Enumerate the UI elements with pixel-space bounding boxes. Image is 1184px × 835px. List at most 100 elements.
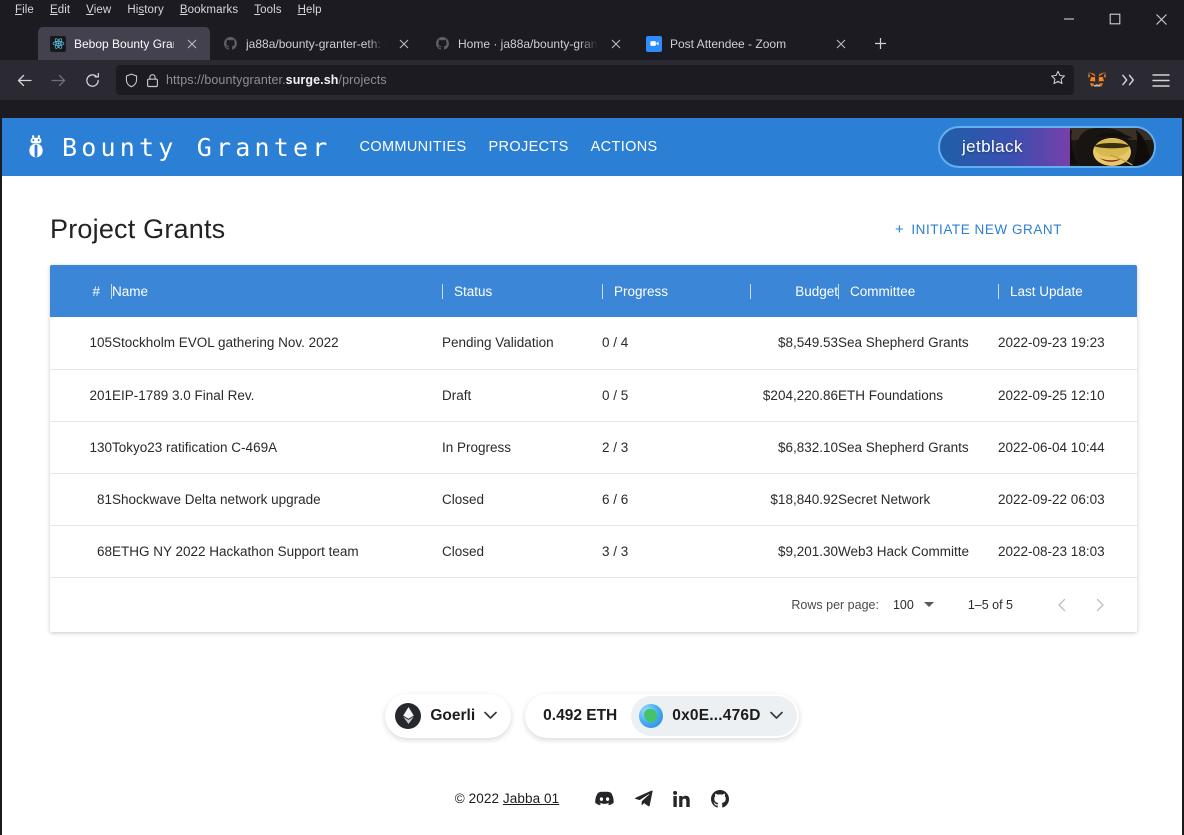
ethereum-icon <box>395 702 422 729</box>
browser-tab-2[interactable]: ja88a/bounty-granter-eth: Dece <box>210 27 422 60</box>
column-header-status[interactable]: Status <box>442 265 602 317</box>
table-row[interactable]: 201 EIP-1789 3.0 Final Rev. Draft 0 / 5 … <box>50 369 1137 422</box>
chevron-down-icon <box>484 708 498 723</box>
column-label-id: # <box>92 283 100 299</box>
chevron-left-icon[interactable] <box>1043 586 1081 624</box>
network-selector[interactable]: Goerli <box>385 693 512 738</box>
tab-close-icon[interactable] <box>394 34 414 54</box>
column-header-budget[interactable]: Budget <box>698 265 838 317</box>
tab-close-icon[interactable] <box>182 34 202 54</box>
cell-last-update: 2022-09-23 19:23 <box>998 317 1137 370</box>
cell-last-update: 2022-06-04 10:44 <box>998 421 1137 474</box>
address-bar[interactable]: https://bountygranter.surge.sh/projects <box>116 65 1074 95</box>
rows-per-page-label: Rows per page: <box>791 597 879 612</box>
cell-name: Shockwave Delta network upgrade <box>112 473 442 526</box>
table-row[interactable]: 81 Shockwave Delta network upgrade Close… <box>50 473 1137 526</box>
nav-link-communities[interactable]: COMMUNITIES <box>360 139 467 155</box>
chevron-right-icon[interactable] <box>1081 586 1119 624</box>
navigation-toolbar: https://bountygranter.surge.sh/projects <box>0 60 1184 100</box>
cell-progress: 6 / 6 <box>602 473 698 526</box>
nav-link-projects[interactable]: PROJECTS <box>489 139 569 155</box>
table-row[interactable]: 130 Tokyo23 ratification C-469A In Progr… <box>50 421 1137 474</box>
cell-name: Tokyo23 ratification C-469A <box>112 421 442 474</box>
close-icon[interactable] <box>1138 0 1184 38</box>
menu-tools[interactable]: Tools <box>247 2 288 18</box>
github-icon <box>222 36 238 52</box>
zoom-icon <box>646 35 662 52</box>
new-tab-button[interactable] <box>865 28 895 58</box>
table-pagination: Rows per page: 100 1–5 of 5 <box>50 577 1137 632</box>
column-divider <box>442 283 443 299</box>
cell-committee: Sea Shepherd Grants <box>838 421 998 474</box>
menu-bar: File Edit View History Bookmarks Tools H… <box>0 0 1184 20</box>
column-header-name[interactable]: Name <box>112 265 442 317</box>
forward-arrow-icon[interactable] <box>42 64 74 96</box>
column-header-progress[interactable]: Progress <box>602 265 698 317</box>
column-header-committee[interactable]: Committee <box>838 265 998 317</box>
column-label-progress: Progress <box>614 283 669 299</box>
cell-status: Closed <box>442 525 602 578</box>
column-label-status: Status <box>454 283 493 299</box>
table-row[interactable]: 68 ETHG NY 2022 Hackathon Support team C… <box>50 525 1137 578</box>
wallet-address-button[interactable]: 0x0E...476D <box>631 695 797 736</box>
menu-file[interactable]: File <box>8 2 41 18</box>
author-link[interactable]: Jabba 01 <box>503 791 559 806</box>
column-label-budget: Budget <box>795 283 838 299</box>
url-text: https://bountygranter.surge.sh/projects <box>166 73 387 87</box>
rows-per-page-select[interactable]: 100 <box>893 598 934 612</box>
user-chip[interactable]: jetblack <box>938 126 1156 168</box>
telegram-icon[interactable] <box>634 790 653 807</box>
menu-edit[interactable]: Edit <box>43 2 77 18</box>
wallet-bar: Goerli 0.492 ETH 0x0E...476D <box>50 693 1134 738</box>
tab-close-icon[interactable] <box>831 34 851 54</box>
browser-tab-1[interactable]: Bebop Bounty Granter <box>38 27 210 60</box>
github-icon <box>434 36 450 52</box>
table-body: 105 Stockholm EVOL gathering Nov. 2022 P… <box>50 317 1137 578</box>
nav-link-actions[interactable]: ACTIONS <box>591 139 658 155</box>
column-header-last-update[interactable]: Last Update <box>998 265 1137 317</box>
bug-logo-icon <box>24 133 48 161</box>
hamburger-menu-icon[interactable] <box>1146 65 1176 95</box>
browser-tab-3[interactable]: Home · ja88a/bounty-granter-e <box>422 27 634 60</box>
lock-icon[interactable] <box>146 73 159 88</box>
minimize-icon[interactable] <box>1046 0 1092 38</box>
column-label-committee: Committee <box>850 283 916 299</box>
brand-name: Bounty Granter <box>62 132 332 162</box>
menu-bookmarks[interactable]: Bookmarks <box>173 2 245 18</box>
copyright: © 2022 Jabba 01 <box>454 791 560 806</box>
initiate-new-grant-button[interactable]: + INITIATE NEW GRANT <box>895 222 1062 237</box>
table-row[interactable]: 105 Stockholm EVOL gathering Nov. 2022 P… <box>50 317 1137 370</box>
bookmark-star-icon[interactable] <box>1050 70 1066 91</box>
cell-progress: 2 / 3 <box>602 421 698 474</box>
reload-icon[interactable] <box>76 64 108 96</box>
shield-icon[interactable] <box>124 73 139 88</box>
cell-budget: $8,549.53 <box>698 317 838 370</box>
back-arrow-icon[interactable] <box>8 64 40 96</box>
page-viewport: Bounty Granter COMMUNITIES PROJECTS ACTI… <box>2 118 1182 835</box>
overflow-chevron-icon[interactable] <box>1114 65 1144 95</box>
table-head: # Name Status Progress Budget Committee … <box>50 265 1137 317</box>
cell-committee: Secret Network <box>838 473 998 526</box>
cell-progress: 3 / 3 <box>602 525 698 578</box>
chevron-down-icon <box>769 708 783 723</box>
linkedin-icon[interactable] <box>673 790 691 807</box>
wallet-balance: 0.492 ETH <box>543 706 618 724</box>
cell-last-update: 2022-08-23 18:03 <box>998 525 1137 578</box>
cell-budget: $6,832.10 <box>698 421 838 474</box>
browser-tab-4[interactable]: Post Attendee - Zoom <box>634 27 859 60</box>
account-box: 0.492 ETH 0x0E...476D <box>525 693 799 738</box>
tab-close-icon[interactable] <box>606 34 626 54</box>
menu-view[interactable]: View <box>79 2 118 18</box>
cell-committee: Web3 Hack Committe <box>838 525 998 578</box>
site-nav: COMMUNITIES PROJECTS ACTIONS <box>360 139 658 155</box>
menu-help[interactable]: Help <box>291 2 329 18</box>
column-header-id[interactable]: # <box>50 265 112 317</box>
brand[interactable]: Bounty Granter <box>24 133 332 162</box>
menu-history[interactable]: History <box>120 2 171 18</box>
metamask-icon[interactable] <box>1082 65 1112 95</box>
cell-budget: $204,220.86 <box>698 369 838 422</box>
maximize-icon[interactable] <box>1092 0 1138 38</box>
discord-icon[interactable] <box>595 791 614 806</box>
github-icon[interactable] <box>711 789 730 808</box>
cell-id: 105 <box>50 317 112 370</box>
